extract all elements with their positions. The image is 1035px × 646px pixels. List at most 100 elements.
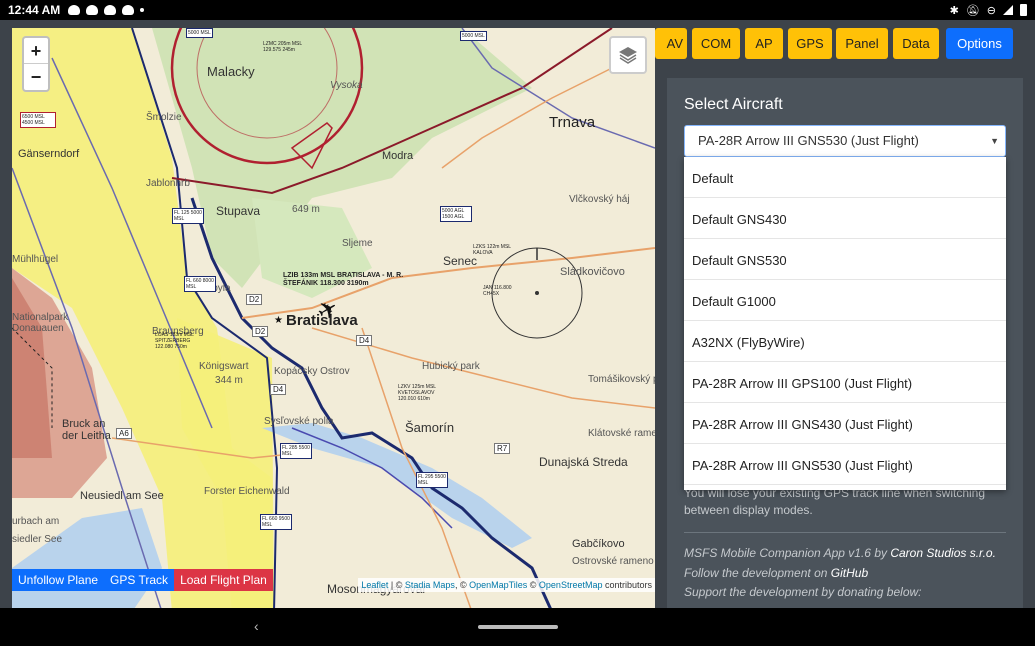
map-city-label: Gänserndorf [18,148,80,160]
attribution-text: | © [388,580,405,590]
top-nav: AV COM AP GPS Panel Data Options [655,28,1035,60]
aircraft-option[interactable]: Default [684,157,1006,198]
zoom-out-button[interactable]: − [24,64,48,90]
unfollow-plane-button[interactable]: Unfollow Plane [12,569,105,591]
aircraft-option[interactable]: A32NX (FlyByWire) [684,321,1006,362]
map-place-label: Königswart [199,361,249,372]
map-place-label: Kopáčsky Ostrov [274,366,350,377]
map-city-label: Stupava [216,204,261,218]
app-window: + − Malacky Trnava Gänserndorf Stupava M… [0,20,1035,612]
openstreetmap-link[interactable]: OpenStreetMap [539,580,603,590]
app-version-text: MSFS Mobile Companion App v1.6 by Caron … [684,546,996,560]
map-city-label: Modra [382,150,414,162]
company-link[interactable]: Caron Studios s.r.o. [890,546,996,560]
airspace-label: LZKV 125m MSL KVETOSLAVOV 120.010 610m [398,384,436,402]
capital-star-icon: ★ [274,315,283,326]
home-handle[interactable] [478,625,558,629]
map-place-label: Tomášikovský park [588,374,655,385]
tab-data[interactable]: Data [893,28,939,59]
aircraft-option[interactable]: PA-28R Arrow III GNS430 (Just Flight) [684,403,1006,444]
more-notifications-icon [140,8,145,12]
aircraft-select-value: PA-28R Arrow III GNS530 (Just Flight) [698,133,919,148]
select-aircraft-heading: Select Aircraft [684,96,783,113]
road-shield: R7 [494,443,511,454]
layers-button[interactable] [609,36,647,74]
layers-icon [619,47,637,64]
github-link[interactable]: GitHub [831,566,868,580]
tab-panel[interactable]: Panel [836,28,888,59]
map-place-label: Forster Eichenwald [204,486,290,497]
aircraft-option[interactable]: Default G1000 [684,280,1006,321]
mode-note: between display modes. [684,503,813,517]
aircraft-option[interactable]: PA-28R Arrow III GPS100 (Just Flight) [684,362,1006,403]
map-attribution: Leaflet | © Stadia Maps, © OpenMapTiles … [358,578,655,592]
openmaptiles-link[interactable]: OpenMapTiles [469,580,527,590]
airspace-label: JAN 116.800 CH45X [483,285,512,297]
aircraft-select[interactable]: PA-28R Arrow III GNS530 (Just Flight) ▼ [684,125,1006,157]
airspace-label: LZKS 122m MSL KALOVA [473,244,511,256]
system-icons: ✱ 🔕︎ ⊖ [950,4,1027,17]
map-place-label: Sljeme [342,238,373,249]
map-place-label: Vlčkovský háj [569,194,630,205]
bluetooth-icon: ✱ [949,4,959,17]
tab-gps[interactable]: GPS [788,28,832,59]
status-bar: 12:44 AM ✱ 🔕︎ ⊖ [0,0,1035,20]
tab-ap[interactable]: AP [745,28,783,59]
map-place-label: Hubický park [422,361,480,372]
map-place-label: Klátovské rameno [588,428,655,439]
map-city-label: Neusiedl am See [80,490,164,502]
system-nav-bar: ‹ [0,608,1035,646]
aircraft-option[interactable]: PA-28R Arrow III GNS530 (Just Flight) [684,444,1006,485]
map-place-label: siedler See [12,534,63,545]
airspace-label: 5000 AGL 1500 AGL [440,206,472,222]
map-place-label: Sysľovské polia [264,416,334,427]
map-city-label: Šamorín [405,420,455,435]
status-time: 12:44 AM [8,3,61,17]
road-shield: D2 [252,326,269,337]
attribution-text: contributors [602,580,652,590]
airspace-label: 6500 MSL 4500 MSL [20,112,56,128]
road-shield: D4 [270,384,287,395]
chevron-down-icon: ▼ [990,136,999,146]
notification-icon [104,5,117,15]
back-icon[interactable]: ‹ [254,618,259,634]
road-shield: A6 [116,428,132,439]
follow-text: Follow the development on GitHub [684,566,868,580]
tab-av[interactable]: AV [655,28,687,59]
map-action-bar: Unfollow Plane GPS Track Load Flight Pla… [12,569,273,591]
map-city-label: Malacky [207,64,255,79]
gps-track-button[interactable]: GPS Track [104,569,175,591]
map-place-label: Vysoká [330,80,363,91]
app-version-label: MSFS Mobile Companion App v1.6 by [684,546,891,560]
notification-icon [68,5,81,15]
airspace-label: FL 660 8000 MSL [184,276,216,292]
stadia-link[interactable]: Stadia Maps [405,580,455,590]
airspace-label: LOAS 183m MSL SPITZERBERG 122.080 750m [155,332,194,350]
tab-com[interactable]: COM [692,28,740,59]
attribution-text: , © [454,580,470,590]
zoom-in-button[interactable]: + [24,38,48,64]
road-shield: D2 [246,294,263,305]
leaflet-link[interactable]: Leaflet [361,580,388,590]
follow-label: Follow the development on [684,566,831,580]
load-flight-plan-button[interactable]: Load Flight Plan [174,569,273,591]
notification-icon [86,5,99,15]
airspace-label: FL 285 5500 MSL [280,443,312,459]
map-place-label: 649 m [292,204,320,215]
map-place-label: urbach am [12,516,60,527]
notification-icon [122,5,135,15]
map-place-label: Ostrovské rameno [572,556,654,567]
aircraft-option[interactable]: Default GNS530 [684,239,1006,280]
attribution-text: © [527,580,539,590]
aircraft-dropdown-list: Default Default GNS430 Default GNS530 De… [684,157,1006,490]
map-view[interactable]: + − Malacky Trnava Gänserndorf Stupava M… [12,28,655,612]
airspace-label: FL 125 5000 MSL [172,208,204,224]
wifi-icon [1003,5,1013,15]
tab-options[interactable]: Options [946,28,1013,59]
airspace-label: LZMC 205m MSL 129.575 245m [263,41,302,53]
map-place-label: Nationalpark Donauauen [12,312,69,334]
zoom-control: + − [22,36,50,92]
map-place-label: Mühlhügel [12,254,59,265]
map-place-label: 344 m [215,375,243,386]
aircraft-option[interactable]: Default GNS430 [684,198,1006,239]
